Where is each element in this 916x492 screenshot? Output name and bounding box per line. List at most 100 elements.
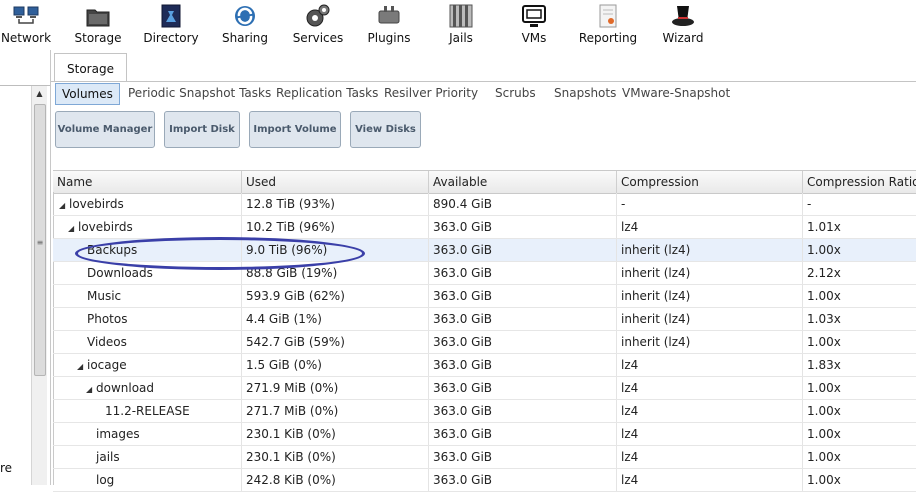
cell-compression: inherit (lz4): [617, 308, 803, 330]
toolbar-plugins-button[interactable]: Plugins: [364, 0, 414, 50]
column-header-available[interactable]: Available: [429, 171, 617, 193]
column-header-used[interactable]: Used: [242, 171, 429, 193]
cell-used: 9.0 TiB (96%): [242, 239, 429, 261]
main-panel: Storage Volumes Periodic Snapshot Tasks …: [51, 50, 916, 492]
cell-name: log: [53, 469, 242, 491]
toolbar-sharing-label: Sharing: [221, 31, 269, 45]
cell-name: Music: [53, 285, 242, 307]
table-row[interactable]: Backups 9.0 TiB (96%) 363.0 GiB inherit (lz…: [53, 239, 916, 262]
subtab-volumes[interactable]: Volumes: [55, 83, 120, 105]
cell-ratio: 2.12x: [807, 266, 841, 280]
cell-used: 10.2 TiB (96%): [242, 216, 429, 238]
cell-used: 542.7 GiB (59%): [242, 331, 429, 353]
dataset-name: lovebirds: [78, 220, 133, 234]
dataset-name: Backups: [87, 243, 138, 257]
table-row[interactable]: 11.2-RELEASE 271.7 MiB (0%) 363.0 GiB lz4 1.…: [53, 400, 916, 423]
table-row[interactable]: Downloads 88.8 GiB (19%) 363.0 GiB inherit …: [53, 262, 916, 285]
cell-name: ◢ iocage: [53, 354, 242, 376]
top-toolbar: Network Storage Directory Sharing Servic…: [0, 0, 916, 50]
tab-storage[interactable]: Storage: [54, 53, 127, 82]
cell-ratio: 1.00x: [807, 243, 841, 257]
cell-compression: inherit (lz4): [617, 239, 803, 261]
subtab-scrubs[interactable]: Scrubs: [495, 83, 536, 103]
toolbar-jails-button[interactable]: Jails: [440, 0, 482, 50]
table-row[interactable]: Music 593.9 GiB (62%) 363.0 GiB inherit (lz…: [53, 285, 916, 308]
cell-available: 363.0 GiB: [429, 262, 617, 284]
toolbar-sharing-button[interactable]: Sharing: [218, 0, 272, 50]
cell-name: 11.2-RELEASE: [53, 400, 242, 422]
cell-name: ◢ lovebirds: [53, 216, 242, 238]
scrollbar-thumb[interactable]: ≡: [34, 104, 46, 376]
table-row[interactable]: ◢ download 271.9 MiB (0%) 363.0 GiB lz4 1.00x: [53, 377, 916, 400]
cell-ratio: 1.83x: [807, 358, 841, 372]
toolbar-storage-button[interactable]: Storage: [70, 0, 126, 50]
subtab-periodic-snapshot-tasks[interactable]: Periodic Snapshot Tasks: [128, 83, 271, 103]
table-row[interactable]: log 242.8 KiB (0%) 363.0 GiB lz4 1.00x: [53, 469, 916, 492]
toolbar-wizard-label: Wizard: [662, 31, 704, 45]
dataset-name: Photos: [87, 312, 128, 326]
toolbar-reporting-button[interactable]: Reporting: [577, 0, 639, 50]
dataset-name: images: [96, 427, 140, 441]
dataset-name: 11.2-RELEASE: [105, 404, 190, 418]
cell-ratio: 1.00x: [807, 289, 841, 303]
view-disks-button[interactable]: View Disks: [350, 111, 421, 148]
expand-collapse-triangle-icon[interactable]: ◢: [77, 356, 87, 376]
column-header-compression-ratio[interactable]: Compression Ratio: [803, 171, 916, 193]
toolbar-network-button[interactable]: Network: [0, 0, 52, 50]
subtab-replication-tasks[interactable]: Replication Tasks: [276, 83, 378, 103]
reporting-icon: [595, 3, 621, 29]
column-header-name[interactable]: Name: [53, 171, 242, 193]
subtab-vmware-snapshot[interactable]: VMware-Snapshot: [622, 83, 730, 103]
toolbar-vms-button[interactable]: VMs: [514, 0, 554, 50]
toolbar-wizard-button[interactable]: Wizard: [658, 0, 708, 50]
toolbar-directory-label: Directory: [143, 31, 199, 45]
table-row[interactable]: jails 230.1 KiB (0%) 363.0 GiB lz4 1.00x: [53, 446, 916, 469]
cell-available: 363.0 GiB: [429, 423, 617, 445]
expand-collapse-triangle-icon[interactable]: ◢: [68, 218, 78, 238]
cell-name: ◢ lovebirds: [53, 193, 242, 215]
left-panel-text-fragment: re: [0, 461, 13, 475]
column-header-compression[interactable]: Compression: [617, 171, 803, 193]
cell-ratio: -: [807, 197, 812, 211]
cell-compression: inherit (lz4): [617, 285, 803, 307]
volume-manager-button[interactable]: Volume Manager: [55, 111, 155, 148]
toolbar-services-label: Services: [292, 31, 344, 45]
cell-ratio: 1.00x: [807, 381, 841, 395]
import-disk-button[interactable]: Import Disk: [164, 111, 240, 148]
cell-available: 363.0 GiB: [429, 285, 617, 307]
cell-used: 1.5 GiB (0%): [242, 354, 429, 376]
toolbar-storage-label: Storage: [74, 31, 122, 45]
cell-compression: lz4: [617, 354, 803, 376]
table-row[interactable]: ◢ lovebirds 12.8 TiB (93%) 890.4 GiB - -: [53, 193, 916, 216]
table-row[interactable]: Videos 542.7 GiB (59%) 363.0 GiB inherit (l…: [53, 331, 916, 354]
subtab-resilver-priority[interactable]: Resilver Priority: [384, 83, 478, 103]
subtab-snapshots[interactable]: Snapshots: [554, 83, 616, 103]
left-panel-scrollbar[interactable]: ▲ ≡: [31, 86, 47, 485]
dataset-name: download: [96, 381, 155, 395]
import-volume-button[interactable]: Import Volume: [249, 111, 341, 148]
cell-name: Photos: [53, 308, 242, 330]
cell-available: 363.0 GiB: [429, 469, 617, 491]
cell-ratio: 1.01x: [807, 220, 841, 234]
scroll-up-arrow-icon[interactable]: ▲: [32, 86, 47, 102]
vms-icon: [521, 3, 547, 29]
toolbar-reporting-label: Reporting: [578, 31, 638, 45]
storage-icon: [85, 3, 111, 29]
table-row[interactable]: ◢ lovebirds 10.2 TiB (96%) 363.0 GiB lz4 1.01…: [53, 216, 916, 239]
toolbar-vms-label: VMs: [521, 31, 547, 45]
toolbar-services-button[interactable]: Services: [288, 0, 348, 50]
toolbar-directory-button[interactable]: Directory: [142, 0, 200, 50]
table-row[interactable]: Photos 4.4 GiB (1%) 363.0 GiB inherit (lz4)…: [53, 308, 916, 331]
dataset-name: Music: [87, 289, 122, 303]
expand-collapse-triangle-icon[interactable]: ◢: [59, 195, 69, 215]
table-row[interactable]: images 230.1 KiB (0%) 363.0 GiB lz4 1.00x: [53, 423, 916, 446]
cell-available: 363.0 GiB: [429, 331, 617, 353]
cell-ratio: 1.03x: [807, 312, 841, 326]
expand-collapse-triangle-icon[interactable]: ◢: [86, 379, 96, 399]
cell-compression: inherit (lz4): [617, 262, 803, 284]
cell-available: 363.0 GiB: [429, 377, 617, 399]
cell-ratio: 1.00x: [807, 335, 841, 349]
cell-available: 363.0 GiB: [429, 354, 617, 376]
services-icon: [305, 3, 331, 29]
table-row[interactable]: ◢ iocage 1.5 GiB (0%) 363.0 GiB lz4 1.83x: [53, 354, 916, 377]
